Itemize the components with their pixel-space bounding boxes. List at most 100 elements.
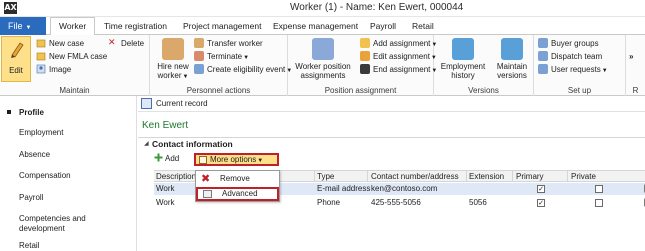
delete-label: Delete <box>121 39 145 48</box>
new-case-button[interactable]: New case <box>36 38 84 50</box>
nav-item-compensation[interactable]: Compensation <box>19 171 71 180</box>
ribbon: Edit New case ✕ Delete New FMLA case Imag… <box>0 35 645 96</box>
plus-icon <box>154 153 163 162</box>
end-assignment-button[interactable]: End assignment▼ <box>360 63 437 76</box>
group-personnel-actions: Hire new worker▼ Transfer worker Termina… <box>150 35 292 96</box>
new-fmla-case-button[interactable]: New FMLA case <box>36 51 107 63</box>
employment-history-button[interactable]: Employment history <box>438 38 488 80</box>
menu-item-remove[interactable]: ✖ Remove <box>196 172 279 186</box>
pencil-icon <box>11 42 24 58</box>
create-eligibility-event-button[interactable]: Create eligibility event▼ <box>194 63 292 76</box>
nav-item-retail[interactable]: Retail <box>19 241 39 250</box>
delete-button[interactable]: ✕ Delete <box>108 38 144 50</box>
ribbon-scroll-right-icon[interactable]: » <box>629 51 633 63</box>
terminate-label: Terminate <box>207 52 243 61</box>
edit-label: Edit <box>9 66 23 75</box>
file-menu-button[interactable]: File ▼ <box>0 17 46 35</box>
ribbon-tab-row: File ▼ Worker Time registration Project m… <box>0 17 645 36</box>
edit-assignment-icon <box>360 50 370 61</box>
nav-item-competencies-line2[interactable]: development <box>19 224 65 233</box>
col-header-contact[interactable]: Contact number/address <box>371 172 459 181</box>
dispatch-team-button[interactable]: Dispatch team <box>538 50 602 63</box>
nav-item-employment[interactable]: Employment <box>19 128 63 137</box>
current-record-label: Current record <box>156 99 208 108</box>
new-case-label: New case <box>49 39 85 48</box>
col-header-private[interactable]: Private <box>571 172 596 181</box>
maintain-versions-button[interactable]: Maintain versions <box>492 38 532 80</box>
group-label-personnel-actions: Personnel actions <box>186 86 251 95</box>
tab-retail[interactable]: Retail <box>412 17 434 35</box>
section-title: Contact information <box>152 139 233 149</box>
user-requests-label: User requests <box>551 65 601 74</box>
terminate-button[interactable]: Terminate▼ <box>194 50 249 63</box>
edit-assignment-button[interactable]: Edit assignment▼ <box>360 50 437 63</box>
user-requests-button[interactable]: User requests▼ <box>538 63 608 76</box>
group-overflow: » R <box>626 35 645 96</box>
group-position-assignment: Worker position assignments Add assignme… <box>288 35 437 96</box>
delete-icon: ✕ <box>108 37 116 48</box>
tab-payroll[interactable]: Payroll <box>370 17 396 35</box>
image-icon <box>36 64 46 74</box>
nav-item-payroll[interactable]: Payroll <box>19 193 43 202</box>
collapse-icon[interactable]: ◢ <box>144 140 149 147</box>
dispatch-team-icon <box>538 50 548 61</box>
col-separator <box>512 171 513 182</box>
buyer-groups-button[interactable]: Buyer groups <box>538 37 599 50</box>
more-options-label: More options <box>210 155 257 164</box>
nav-item-profile[interactable]: Profile <box>19 108 44 117</box>
end-assignment-icon <box>360 63 370 74</box>
remove-label: Remove <box>220 174 250 183</box>
current-record-icon[interactable] <box>141 98 152 109</box>
tab-project-management[interactable]: Project management <box>183 17 261 35</box>
menu-item-advanced[interactable]: Advanced <box>196 187 279 201</box>
assignments-label: assignments <box>300 71 346 80</box>
group-label-versions: Versions <box>468 86 499 95</box>
more-options-button[interactable]: More options▼ <box>194 153 279 166</box>
versions-label: versions <box>497 71 527 80</box>
nav-item-absence[interactable]: Absence <box>19 150 50 159</box>
nav-item-competencies[interactable]: Competencies and <box>19 214 86 223</box>
image-button[interactable]: Image <box>36 64 71 76</box>
new-fmla-case-icon <box>36 52 46 61</box>
hire-new-label: Hire new <box>157 62 189 71</box>
col-header-primary[interactable]: Primary <box>516 172 544 181</box>
col-header-description[interactable]: Description <box>156 172 196 181</box>
cell-contact: 425-555-5056 <box>371 198 421 207</box>
history-label: history <box>451 71 475 80</box>
position-assignments-icon <box>312 38 334 60</box>
group-label-position-assignment: Position assignment <box>324 86 397 95</box>
more-options-icon <box>199 156 207 164</box>
create-eligibility-label: Create eligibility event <box>207 65 286 74</box>
maintain-label: Maintain <box>496 62 528 71</box>
more-options-menu: ✖ Remove Advanced <box>195 170 280 202</box>
cell-type: E-mail address <box>317 184 371 193</box>
title-bar: AX Worker (1) - Name: Ken Ewert, 000044 <box>0 0 645 17</box>
transfer-worker-button[interactable]: Transfer worker <box>194 37 263 50</box>
tab-expense-management[interactable]: Expense management <box>273 17 358 35</box>
cell-type: Phone <box>317 198 341 207</box>
edit-button[interactable]: Edit <box>1 36 31 82</box>
col-header-extension[interactable]: Extension <box>469 172 504 181</box>
group-maintain: Edit New case ✕ Delete New FMLA case Imag… <box>0 35 150 96</box>
tab-worker[interactable]: Worker <box>50 17 96 36</box>
add-button[interactable]: Add <box>154 153 179 163</box>
primary-checkbox[interactable]: ✓ <box>537 199 545 207</box>
advanced-label: Advanced <box>222 189 258 198</box>
remove-icon: ✖ <box>201 172 211 185</box>
window-title: Worker (1) - Name: Ken Ewert, 000044 <box>290 2 464 13</box>
col-separator <box>367 171 368 182</box>
group-set-up: Buyer groups Dispatch team User requests… <box>534 35 626 96</box>
private-checkbox[interactable] <box>595 185 603 193</box>
col-header-type[interactable]: Type <box>317 172 334 181</box>
private-checkbox[interactable] <box>595 199 603 207</box>
add-assignment-label: Add assignment <box>373 39 431 48</box>
group-label-overflow: R <box>632 86 639 95</box>
tab-time-registration[interactable]: Time registration <box>104 17 167 35</box>
buyer-groups-icon <box>538 37 548 48</box>
add-assignment-button[interactable]: Add assignment▼ <box>360 37 437 50</box>
section-header-contact-information[interactable]: ◢ Contact information <box>138 137 645 150</box>
primary-checkbox[interactable]: ✓ <box>537 185 545 193</box>
hire-new-worker-button[interactable]: Hire new worker▼ <box>154 38 192 82</box>
app-icon: AX <box>4 2 17 14</box>
worker-position-assignments-button[interactable]: Worker position assignments <box>288 38 358 80</box>
